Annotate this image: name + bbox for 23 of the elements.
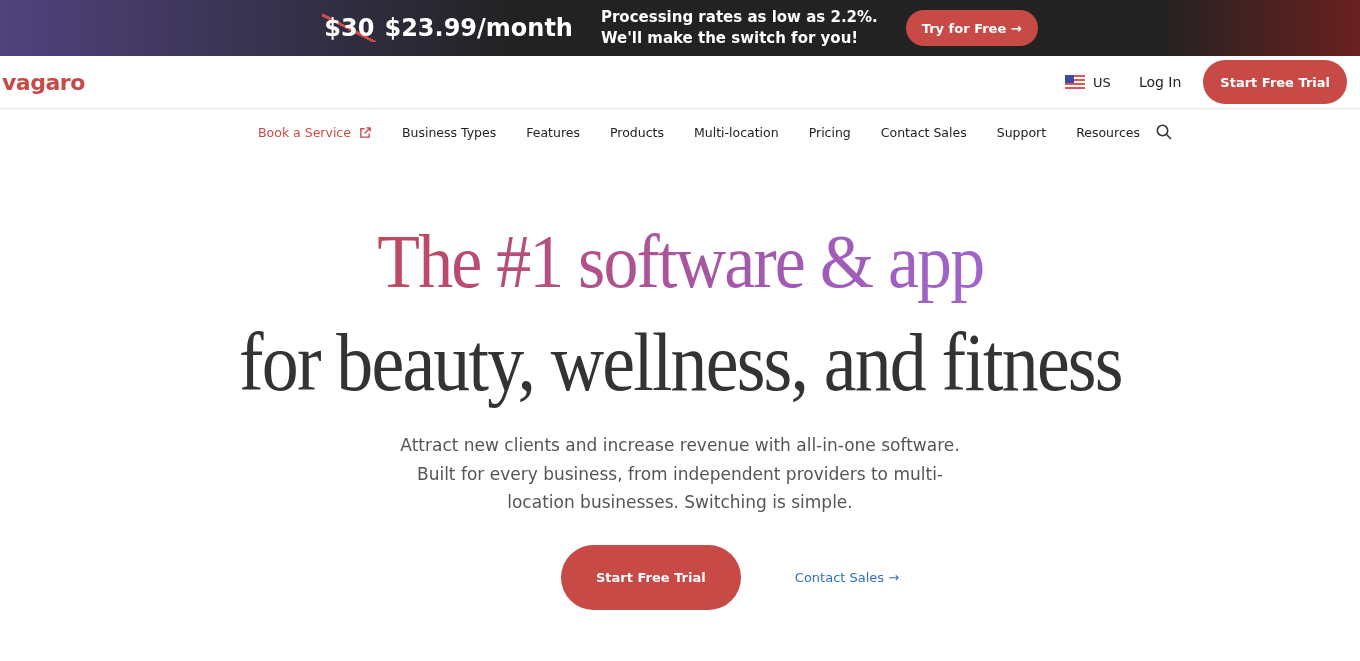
nav-link[interactable]: Multi-location [694,124,779,140]
nav-link[interactable]: Pricing [808,124,851,140]
vagaro-logo[interactable]: vagaro [2,69,85,95]
log-in-link[interactable]: Log In [1138,74,1182,90]
flag-icon [1065,75,1086,89]
nav-link[interactable]: Contact Sales [880,124,967,140]
nav-link[interactable]: Resources [1076,124,1140,140]
start-free-trial-button[interactable]: Start Free Trial [1203,60,1347,104]
start-free-trial-button[interactable]: Start Free Trial [560,544,741,610]
nav-link[interactable]: Business Types [401,124,497,140]
promo-message: We'll make the switch for you! [600,28,860,49]
nav-link[interactable]: Products [610,124,664,140]
try-for-free-button[interactable]: Try for Free → [905,10,1038,46]
hero-description: Attract new clients and increase revenue with all-in-one software. Built for every business, from independent providers to multi-location businesses. Switching is simple. [399,434,961,514]
promo-price: $23.99/month [384,14,573,42]
promo-message: Processing rates as low as 2.2%. [600,7,878,28]
nav-link[interactable]: Support [996,124,1047,140]
nav-link[interactable]: Book a Service [258,124,372,140]
nav-link[interactable]: Features [526,124,580,140]
contact-sales-link[interactable]: Contact Sales → [794,569,900,585]
region-selector[interactable]: US [1059,73,1117,91]
search-icon[interactable] [1155,124,1172,140]
headline: for beauty, wellness, and fitness [238,317,1122,409]
